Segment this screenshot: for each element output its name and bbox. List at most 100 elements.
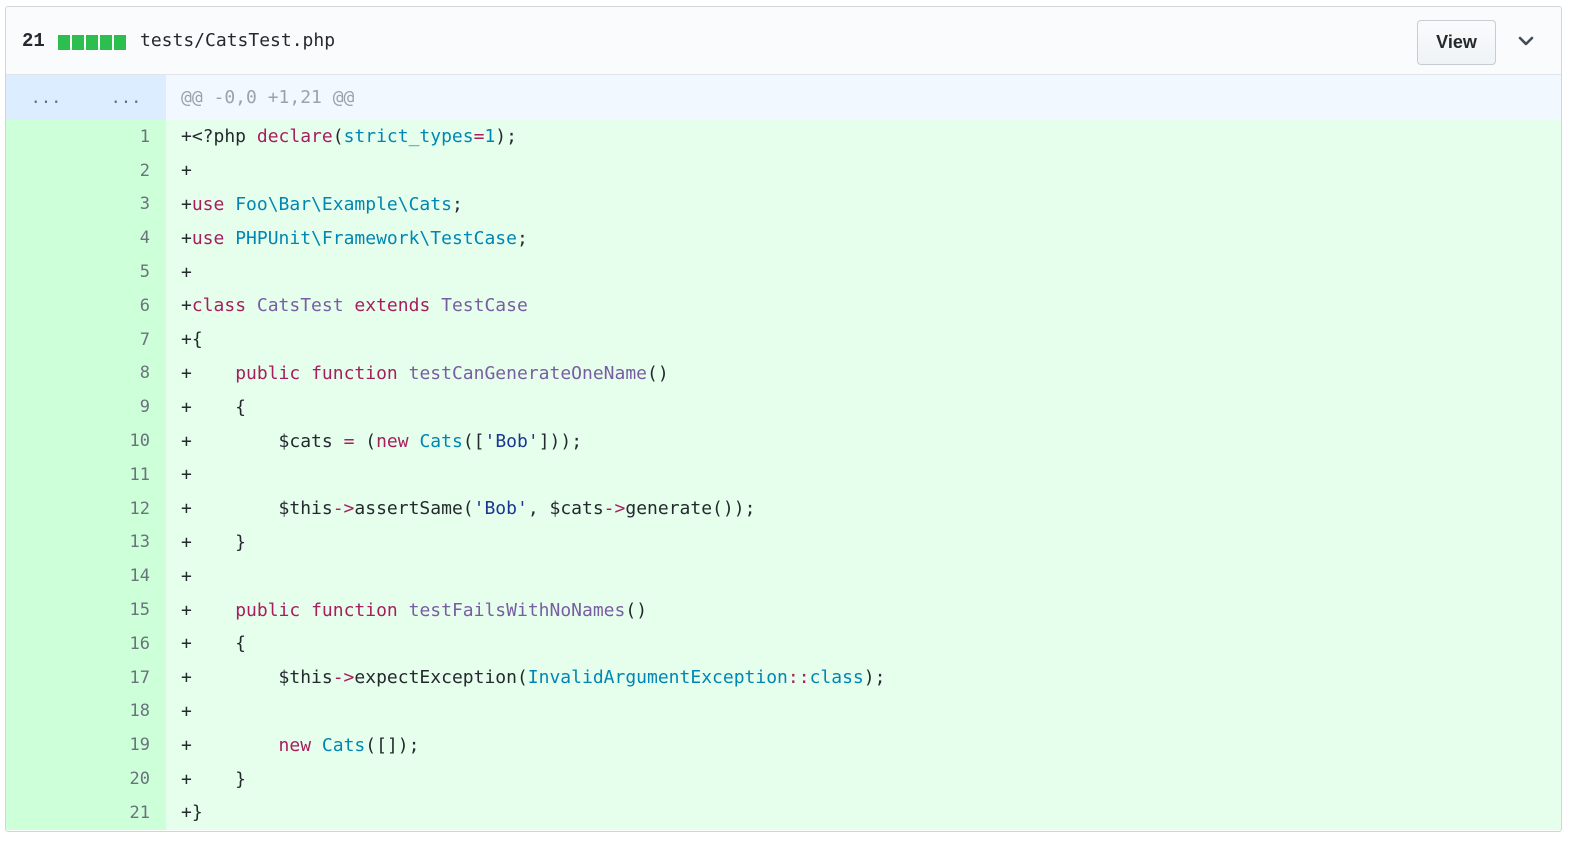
new-line-number[interactable]: 20	[86, 769, 166, 789]
new-line-number[interactable]: 6	[86, 296, 166, 316]
new-line-number[interactable]: 14	[86, 566, 166, 586]
code-line: + $cats = (new Cats(['Bob']));	[166, 431, 582, 452]
new-line-number[interactable]: 5	[86, 262, 166, 282]
code-token: CatsTest	[256, 295, 344, 317]
line-gutter: 14	[6, 559, 166, 594]
new-line-number[interactable]: 11	[86, 465, 166, 485]
added-line-row: 17 + $this->expectException(InvalidArgume…	[6, 660, 1561, 695]
code-line: +	[166, 566, 192, 587]
line-gutter: 19	[6, 728, 166, 763]
expand-new-line[interactable]: ...	[86, 88, 166, 108]
view-file-button[interactable]: View	[1417, 20, 1496, 65]
code-token: + }	[181, 531, 247, 553]
added-line-row: 13 + }	[6, 525, 1561, 560]
code-token: );	[495, 126, 517, 148]
code-token: 'Bob'	[484, 430, 539, 452]
new-line-number[interactable]: 4	[86, 228, 166, 248]
code-token: extends	[354, 295, 431, 317]
added-lines: 1 +<?php declare(strict_types=1); 2 +3 +use …	[6, 120, 1561, 830]
line-gutter: 17	[6, 660, 166, 695]
added-line-row: 19 + new Cats([]);	[6, 728, 1561, 763]
code-line: + }	[166, 769, 246, 790]
new-line-number[interactable]: 1	[86, 127, 166, 147]
new-line-number[interactable]: 9	[86, 397, 166, 417]
code-token: public	[235, 362, 301, 384]
code-token: Cats	[419, 430, 463, 452]
new-line-number[interactable]: 12	[86, 499, 166, 519]
code-token: ([	[462, 430, 485, 452]
code-token: +<?php	[181, 126, 257, 148]
new-line-number[interactable]: 3	[86, 194, 166, 214]
diffstat-block-added	[86, 35, 98, 50]
code-token: =	[473, 126, 485, 148]
code-token: class	[809, 667, 864, 689]
code-token: +	[181, 700, 192, 722]
line-gutter: 15	[6, 593, 166, 627]
diffstat-block-added	[114, 35, 126, 50]
added-line-row: 1 +<?php declare(strict_types=1);	[6, 120, 1561, 154]
code-token: =	[343, 430, 355, 452]
code-token: + }	[181, 768, 247, 790]
code-token: ]));	[538, 430, 583, 452]
line-gutter: 8	[6, 356, 166, 391]
code-token: + {	[181, 633, 247, 655]
code-token: +	[181, 227, 192, 249]
code-line: +use PHPUnit\Framework\TestCase;	[166, 228, 528, 249]
chevron-down-icon[interactable]	[1514, 29, 1538, 53]
new-line-number[interactable]: 18	[86, 701, 166, 721]
code-token: +	[181, 295, 192, 317]
new-line-number[interactable]: 8	[86, 363, 166, 383]
code-line: + public function testFailsWithNoNames()	[166, 600, 647, 621]
code-token: expectException(	[354, 667, 528, 689]
code-token: (	[332, 126, 344, 148]
line-gutter: 2	[6, 153, 166, 188]
new-line-number[interactable]: 15	[86, 600, 166, 620]
new-line-number[interactable]: 7	[86, 330, 166, 350]
code-token: +	[181, 599, 236, 621]
code-token: ->	[603, 498, 626, 520]
code-token: PHPUnit\Framework\TestCase	[235, 227, 517, 249]
added-line-row: 5 +	[6, 255, 1561, 289]
hunk-gutter[interactable]: ... ...	[6, 75, 166, 120]
line-gutter: 13	[6, 525, 166, 560]
code-line: + {	[166, 633, 246, 654]
code-line: +}	[166, 802, 203, 823]
code-token: +	[181, 160, 192, 182]
code-token: );	[863, 667, 886, 689]
new-line-number[interactable]: 17	[86, 668, 166, 688]
added-line-row: 12 + $this->assertSame('Bob', $cats->gene…	[6, 491, 1561, 526]
added-line-row: 21 +}	[6, 795, 1561, 830]
new-line-number[interactable]: 19	[86, 735, 166, 755]
code-token: +	[181, 565, 192, 587]
code-token: Cats	[321, 734, 366, 756]
code-token: use	[191, 193, 225, 215]
code-token: ->	[332, 667, 355, 689]
new-line-number[interactable]: 21	[86, 803, 166, 823]
code-line: +{	[166, 329, 203, 350]
diffstat-count: 21	[22, 30, 45, 52]
new-line-number[interactable]: 2	[86, 161, 166, 181]
code-token: 1	[484, 126, 496, 148]
added-line-row: 4 +use PHPUnit\Framework\TestCase;	[6, 221, 1561, 256]
line-gutter: 12	[6, 491, 166, 526]
code-token: +	[181, 734, 279, 756]
new-line-number[interactable]: 10	[86, 431, 166, 451]
code-token: assertSame(	[354, 498, 474, 520]
code-line: + $this->expectException(InvalidArgument…	[166, 667, 885, 688]
added-line-row: 2 +	[6, 153, 1561, 188]
code-token: + $this	[181, 498, 333, 520]
new-line-number[interactable]: 13	[86, 532, 166, 552]
line-gutter: 9	[6, 390, 166, 425]
new-line-number[interactable]: 16	[86, 634, 166, 654]
code-line: +	[166, 464, 192, 485]
expand-old-line[interactable]: ...	[6, 88, 86, 108]
added-line-row: 11 +	[6, 457, 1561, 492]
file-path[interactable]: tests/CatsTest.php	[140, 29, 335, 53]
